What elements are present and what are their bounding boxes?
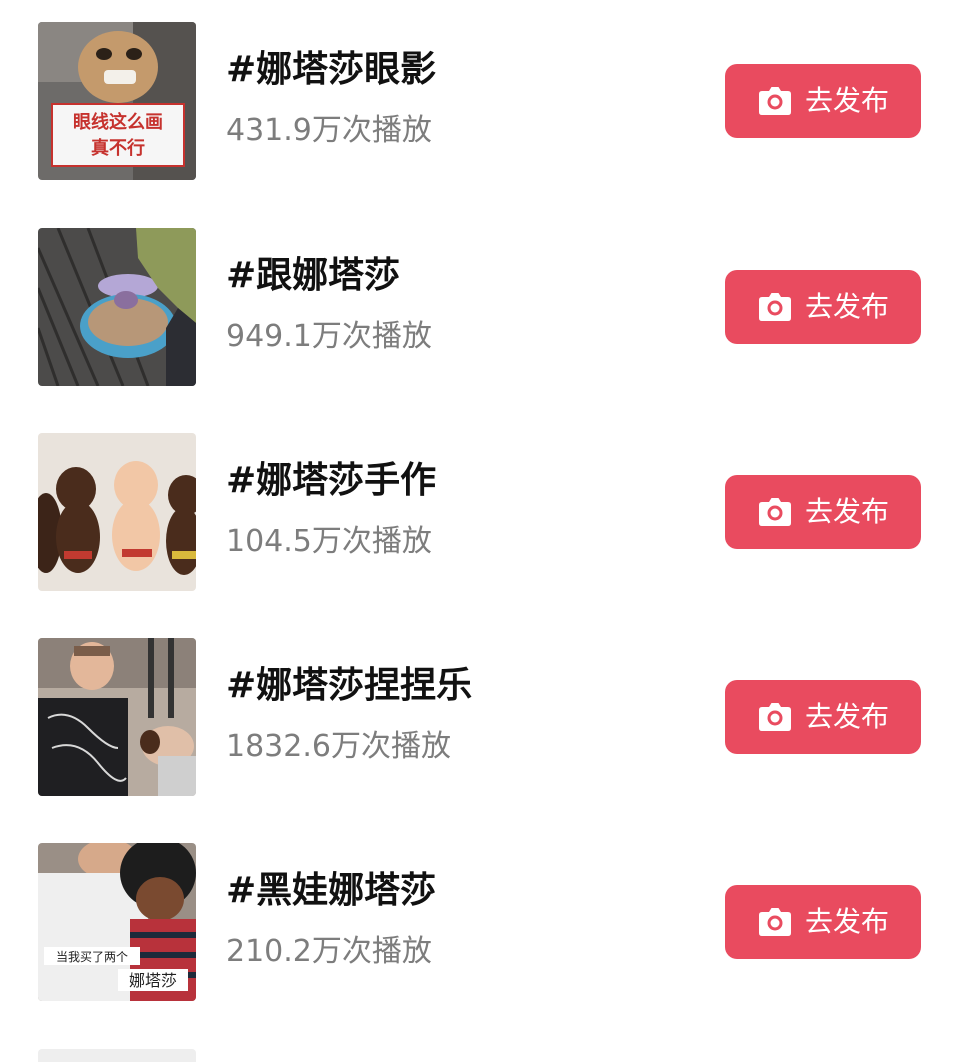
topic-row[interactable]: 当我买了两个 娜塔莎 #黑娃娜塔莎 210.2万次播放 去发布: [0, 843, 960, 1001]
topic-row[interactable]: #娜塔莎手作 104.5万次播放 去发布: [0, 433, 960, 591]
play-count: 210.2万次播放: [226, 934, 432, 969]
thumbnail-image: [38, 638, 196, 796]
thumbnail-caption: 当我买了两个: [56, 950, 128, 964]
topic-row[interactable]: #娜塔莎捏捏乐 1832.6万次播放 去发布: [0, 638, 960, 796]
thumbnail-image: [38, 433, 196, 591]
topic-list: 眼线这么画 真不行 #娜塔莎眼影 431.9万次播放 去发布 #跟娜塔莎 949…: [0, 0, 960, 1062]
topic-row[interactable]: 眼线这么画 真不行 #娜塔莎眼影 431.9万次播放 去发布: [0, 22, 960, 180]
thumbnail-caption: 真不行: [91, 137, 145, 159]
topic-thumbnail[interactable]: 眼线这么画 真不行: [38, 22, 196, 180]
topic-title[interactable]: #娜塔莎手作: [226, 459, 436, 503]
publish-button[interactable]: 去发布: [725, 680, 921, 754]
play-count: 431.9万次播放: [226, 113, 432, 148]
publish-button-label: 去发布: [804, 700, 889, 733]
topic-thumbnail[interactable]: [38, 228, 196, 386]
thumbnail-image: 眼线这么画 真不行: [38, 22, 196, 180]
topic-row[interactable]: #跟娜塔莎 949.1万次播放 去发布: [0, 228, 960, 386]
topic-thumbnail-partial[interactable]: [38, 1049, 196, 1062]
publish-button-label: 去发布: [804, 495, 889, 528]
topic-title[interactable]: #跟娜塔莎: [226, 254, 400, 298]
play-count: 949.1万次播放: [226, 319, 432, 354]
publish-button[interactable]: 去发布: [725, 64, 921, 138]
publish-button[interactable]: 去发布: [725, 475, 921, 549]
thumbnail-image: 当我买了两个 娜塔莎: [38, 843, 196, 1001]
camera-icon: [758, 87, 791, 115]
camera-icon: [758, 498, 791, 526]
topic-thumbnail[interactable]: 当我买了两个 娜塔莎: [38, 843, 196, 1001]
topic-thumbnail[interactable]: [38, 638, 196, 796]
publish-button-label: 去发布: [804, 84, 889, 117]
thumbnail-caption: 娜塔莎: [129, 971, 177, 990]
play-count: 104.5万次播放: [226, 524, 432, 559]
camera-icon: [758, 703, 791, 731]
thumbnail-caption: 眼线这么画: [73, 111, 163, 133]
publish-button-label: 去发布: [804, 290, 889, 323]
publish-button[interactable]: 去发布: [725, 885, 921, 959]
camera-icon: [758, 908, 791, 936]
topic-title[interactable]: #娜塔莎眼影: [226, 48, 436, 92]
publish-button-label: 去发布: [804, 905, 889, 938]
play-count: 1832.6万次播放: [226, 729, 451, 764]
topic-title[interactable]: #娜塔莎捏捏乐: [226, 664, 472, 708]
topic-thumbnail[interactable]: [38, 433, 196, 591]
topic-title[interactable]: #黑娃娜塔莎: [226, 869, 436, 913]
publish-button[interactable]: 去发布: [725, 270, 921, 344]
thumbnail-image: [38, 228, 196, 386]
camera-icon: [758, 293, 791, 321]
